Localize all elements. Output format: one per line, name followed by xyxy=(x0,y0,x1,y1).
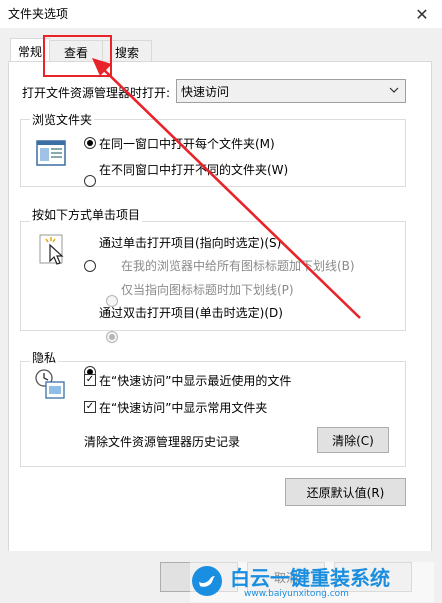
annotation-arrow xyxy=(92,58,361,319)
watermark-url: www.baiyunxitong.com xyxy=(244,589,349,599)
watermark-brand: 白云一键重装系统 xyxy=(230,566,390,590)
bird-logo-icon xyxy=(192,566,222,596)
